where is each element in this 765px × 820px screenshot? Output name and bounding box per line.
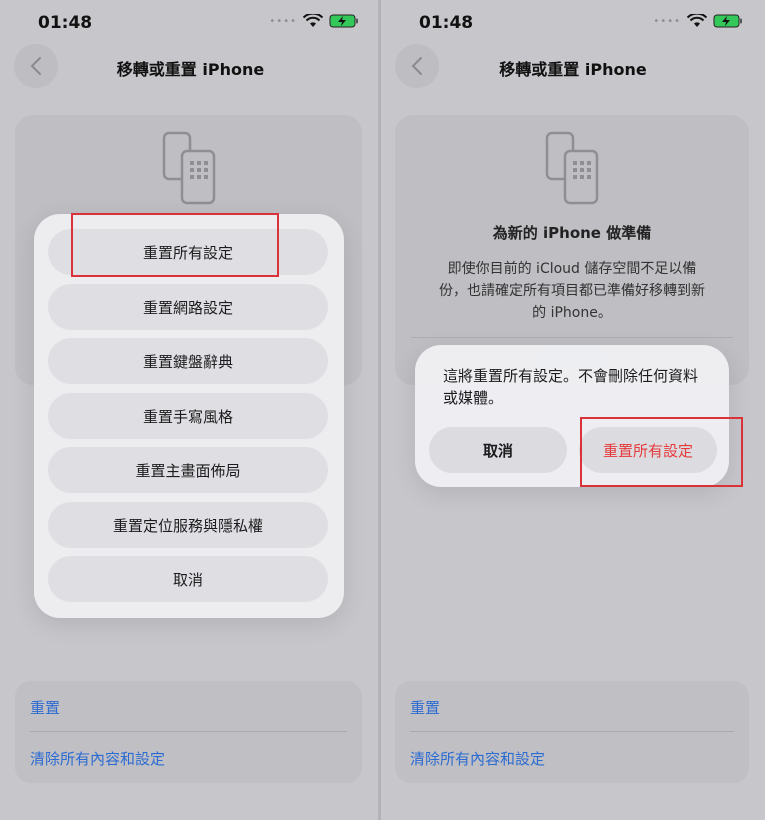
- divider: [410, 731, 734, 732]
- status-time: 01:48: [419, 13, 474, 33]
- divider: [30, 731, 347, 732]
- status-icons: ••••: [653, 14, 743, 28]
- reset-link[interactable]: 重置: [410, 697, 440, 718]
- alert-message: 這將重置所有設定。不會刪除任何資料或媒體。: [443, 367, 699, 407]
- divider: [411, 337, 733, 338]
- reset-options-card: 重置 清除所有內容和設定: [395, 681, 749, 783]
- reset-home-layout-button[interactable]: 重置主畫面佈局: [48, 447, 328, 493]
- left-screen: 01:48 •••• 移轉或重置 iPhone 重置 清除所有內容和設定 重置所…: [0, 0, 381, 820]
- battery-charging-icon: [713, 14, 742, 28]
- transfer-phones-icon: [162, 131, 216, 205]
- reset-network-settings-button[interactable]: 重置網路設定: [48, 284, 328, 330]
- reset-link[interactable]: 重置: [30, 697, 60, 718]
- battery-charging-icon: [329, 14, 358, 28]
- alert-cancel-button[interactable]: 取消: [429, 427, 567, 473]
- page-title: 移轉或重置 iPhone: [499, 60, 647, 79]
- signal-dots-icon: ••••: [653, 15, 681, 27]
- status-icons: ••••: [269, 14, 359, 28]
- reset-keyboard-dictionary-button[interactable]: 重置鍵盤辭典: [48, 338, 328, 384]
- wifi-icon: [687, 14, 707, 27]
- erase-all-link[interactable]: 清除所有內容和設定: [410, 748, 545, 769]
- highlight-box: [71, 213, 279, 277]
- reset-handwriting-button[interactable]: 重置手寫風格: [48, 393, 328, 439]
- wifi-icon: [303, 14, 323, 27]
- erase-all-link[interactable]: 清除所有內容和設定: [30, 748, 165, 769]
- page-title: 移轉或重置 iPhone: [116, 60, 265, 79]
- highlight-box: [580, 417, 743, 487]
- cancel-button[interactable]: 取消: [48, 556, 328, 602]
- transfer-phones-icon: [545, 131, 599, 205]
- right-screen: 01:48 •••• 移轉或重置 iPhone 為新的 iPhone 做準備 即…: [381, 0, 765, 820]
- status-time: 01:48: [38, 13, 93, 33]
- reset-location-privacy-button[interactable]: 重置定位服務與隱私權: [48, 502, 328, 548]
- card-title: 為新的 iPhone 做準備: [492, 224, 652, 242]
- card-description: 即使你目前的 iCloud 儲存空間不足以備份，也請確定所有項目都已準備好移轉到…: [439, 261, 705, 321]
- signal-dots-icon: ••••: [269, 15, 297, 27]
- reset-options-card: 重置 清除所有內容和設定: [15, 681, 362, 783]
